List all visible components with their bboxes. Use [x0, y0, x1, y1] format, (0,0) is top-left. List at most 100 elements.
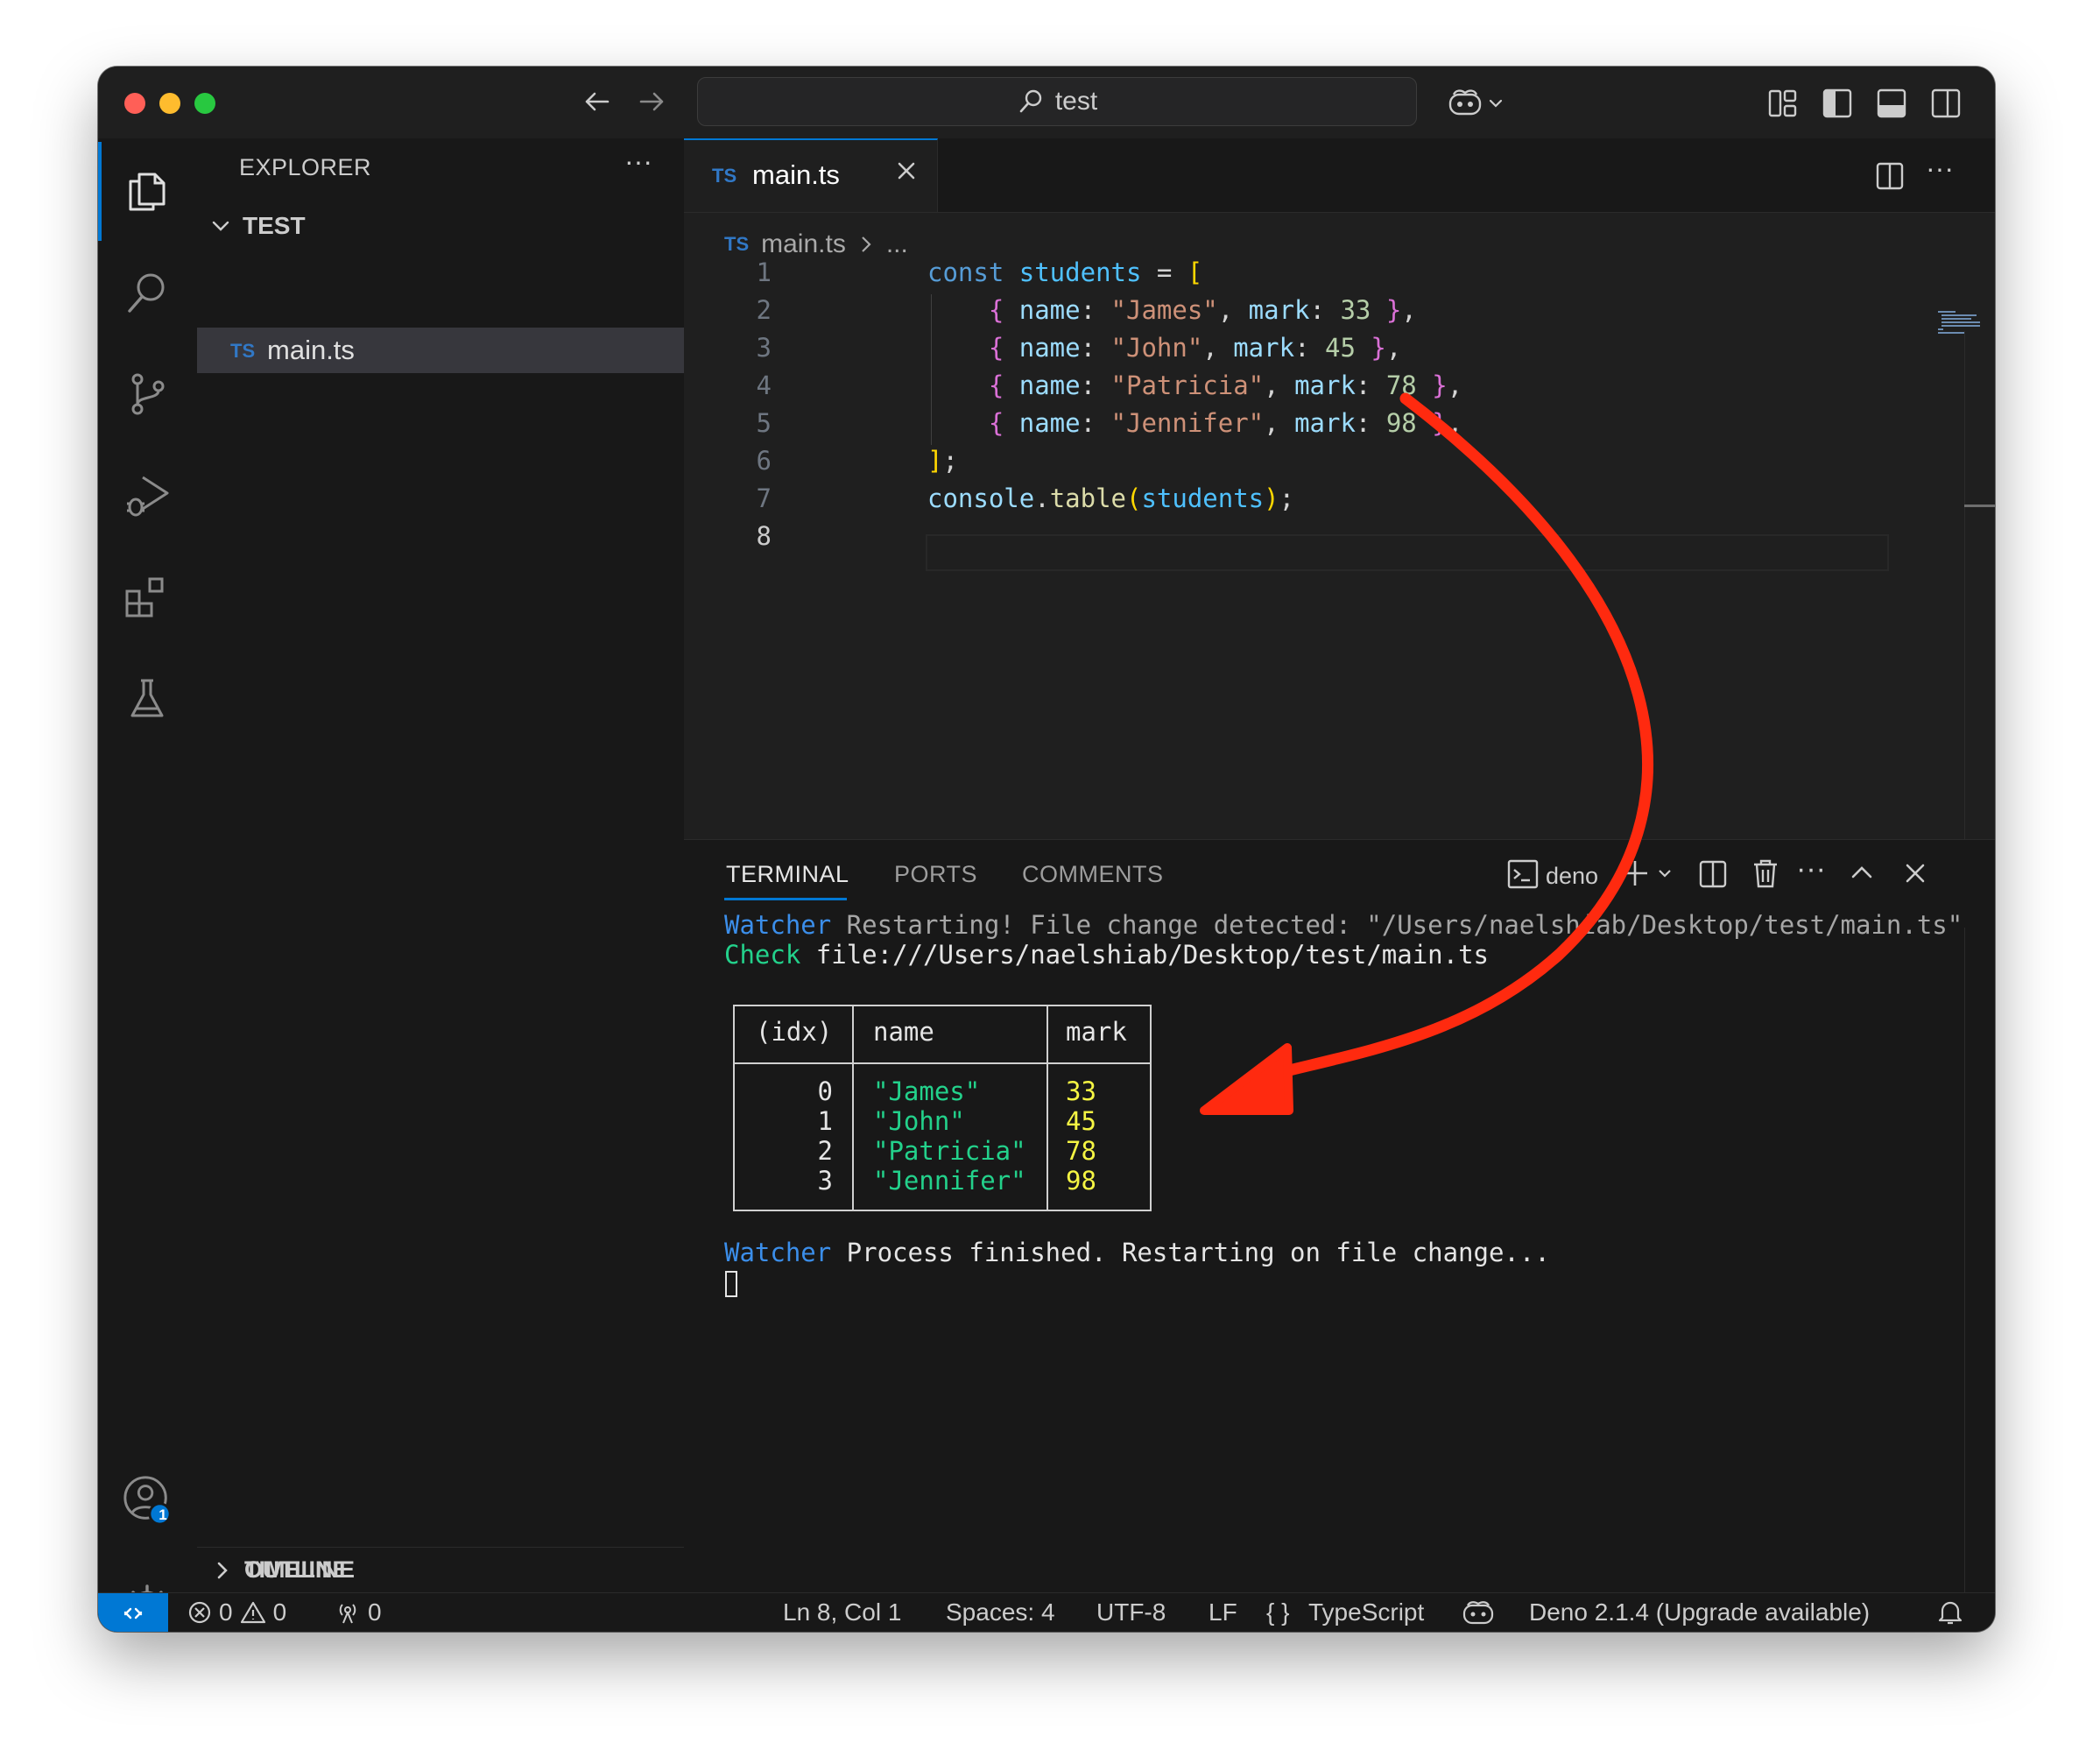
- code-token: }: [1432, 408, 1448, 438]
- code-line[interactable]: 4 { name: "Patricia", mark: 78 },: [684, 367, 1910, 405]
- code-token: "Patricia": [1110, 370, 1265, 400]
- search-view-icon[interactable]: [121, 266, 173, 319]
- code-token: 98: [1385, 408, 1417, 438]
- terminal-line: Watcher Process finished. Restarting on …: [724, 1238, 1550, 1267]
- overview-ruler-marker: [1964, 505, 1995, 507]
- back-arrow-icon[interactable]: [581, 86, 613, 123]
- title-bar: test: [98, 67, 1995, 139]
- editor-scrollbar[interactable]: [1964, 331, 1965, 839]
- code-token: (: [1126, 483, 1142, 513]
- code-token: :: [1080, 408, 1111, 438]
- code-token: mark: [1248, 295, 1310, 325]
- editor-area: TS main.ts ··· TS main.ts ... 1 const stu…: [684, 138, 1995, 839]
- line-number: 4: [756, 370, 772, 400]
- watcher-tag: Watcher: [724, 910, 832, 940]
- code-line[interactable]: 1 const students = [: [684, 254, 1910, 292]
- ports-count: 0: [368, 1598, 382, 1626]
- code-token: students: [1141, 483, 1265, 513]
- broadcast-icon: [339, 1604, 356, 1624]
- indent-guide: [931, 294, 932, 445]
- code-token: ,: [1447, 370, 1463, 400]
- encoding-status[interactable]: UTF-8: [1096, 1598, 1166, 1626]
- typescript-file-icon: TS: [712, 165, 737, 187]
- terminal-scrollbar[interactable]: [1964, 928, 1965, 1593]
- code-token: ]: [927, 446, 943, 476]
- terminal-output[interactable]: Watcher Restarting! File change detected…: [684, 840, 1995, 1593]
- code-token: ;: [1279, 483, 1295, 513]
- remote-indicator-icon[interactable]: [98, 1593, 168, 1632]
- table-cell-mark: 78: [1066, 1136, 1096, 1166]
- language-mode[interactable]: TypeScript: [1308, 1598, 1424, 1626]
- braces-icon: { }: [1266, 1598, 1290, 1626]
- ports-status[interactable]: 0: [335, 1598, 382, 1626]
- code-token: 33: [1340, 295, 1371, 325]
- source-control-icon[interactable]: [121, 368, 173, 420]
- toggle-primary-sidebar-icon[interactable]: [1822, 88, 1853, 123]
- code-line[interactable]: 2 { name: "James", mark: 33 },: [684, 292, 1910, 329]
- customize-layout-icon[interactable]: [1767, 88, 1799, 123]
- check-tag: Check: [724, 940, 801, 970]
- editor-more-actions-icon[interactable]: ···: [1926, 152, 1954, 185]
- deno-status[interactable]: Deno 2.1.4 (Upgrade available): [1529, 1598, 1870, 1626]
- code-line[interactable]: 5 { name: "Jennifer", mark: 98 },: [684, 405, 1910, 442]
- table-cell-mark: 33: [1066, 1076, 1096, 1106]
- copilot-status-icon[interactable]: [1462, 1600, 1494, 1632]
- copilot-icon[interactable]: [1447, 88, 1508, 123]
- maximize-window-button[interactable]: [194, 93, 215, 114]
- explorer-more-actions-icon[interactable]: ···: [624, 145, 652, 178]
- table-cell-name: "Patricia": [873, 1136, 1026, 1166]
- code-token: ,: [1401, 295, 1417, 325]
- code-line[interactable]: 7 console.table(students);: [684, 480, 1910, 518]
- code-token: :: [1309, 295, 1341, 325]
- line-content: { name: "Jennifer", mark: 98 },: [927, 405, 1462, 442]
- folder-test[interactable]: TEST: [209, 212, 306, 240]
- file-item-main-ts[interactable]: TS main.ts: [197, 328, 684, 373]
- eol-status[interactable]: LF: [1209, 1598, 1237, 1626]
- run-and-debug-icon[interactable]: [121, 469, 173, 522]
- line-content: { name: "James", mark: 33 },: [927, 292, 1417, 329]
- tab-label: main.ts: [752, 159, 840, 190]
- timeline-label: TIMELINE: [244, 1556, 355, 1583]
- terminal-text: file:///Users/naelshiab/Desktop/test/mai…: [800, 940, 1489, 970]
- explorer-icon[interactable]: [121, 165, 173, 217]
- code-token: .: [1034, 483, 1050, 513]
- cursor-position[interactable]: Ln 8, Col 1: [783, 1598, 901, 1626]
- indentation-status[interactable]: Spaces: 4: [946, 1598, 1055, 1626]
- code-token: "Jennifer": [1110, 408, 1265, 438]
- split-editor-icon[interactable]: [1875, 161, 1905, 195]
- minimize-window-button[interactable]: [159, 93, 180, 114]
- terminal-text: Process finished. Restarting on file cha…: [831, 1238, 1550, 1267]
- line-content: ];: [927, 442, 958, 480]
- problems-status[interactable]: 0 0: [187, 1598, 286, 1626]
- table-cell-idx: 2: [817, 1136, 833, 1166]
- code-token: ,: [1264, 370, 1295, 400]
- code-token: 78: [1385, 370, 1417, 400]
- accounts-icon[interactable]: 1: [121, 1473, 173, 1526]
- timeline-section[interactable]: TIMELINE: [197, 1547, 684, 1592]
- forward-arrow-icon[interactable]: [636, 86, 667, 123]
- table-cell-mark: 98: [1066, 1166, 1096, 1196]
- active-view-indicator: [98, 142, 102, 241]
- command-center-search[interactable]: test: [697, 77, 1417, 126]
- line-content: const students = [: [927, 254, 1202, 292]
- file-name: main.ts: [267, 335, 355, 365]
- code-line[interactable]: 3 { name: "John", mark: 45 },: [684, 329, 1910, 367]
- extensions-icon[interactable]: [121, 571, 173, 624]
- terminal-panel: TERMINAL PORTS COMMENTS deno ··· Watcher…: [684, 839, 1995, 1593]
- close-window-button[interactable]: [124, 93, 145, 114]
- activity-bar: 1: [98, 138, 198, 1628]
- command-center-text: test: [1054, 87, 1098, 116]
- line-number: 8: [756, 521, 772, 551]
- toggle-panel-icon[interactable]: [1876, 88, 1907, 123]
- close-icon[interactable]: [894, 158, 919, 190]
- warning-icon: [240, 1601, 265, 1624]
- code-token: ,: [1385, 333, 1402, 363]
- notifications-bell-icon[interactable]: [1937, 1598, 1963, 1632]
- code-token: {: [988, 370, 1019, 400]
- code-line[interactable]: 6];: [684, 442, 1910, 480]
- testing-flask-icon[interactable]: [121, 673, 173, 725]
- toggle-secondary-sidebar-icon[interactable]: [1930, 88, 1962, 123]
- tab-main-ts[interactable]: TS main.ts: [684, 138, 938, 212]
